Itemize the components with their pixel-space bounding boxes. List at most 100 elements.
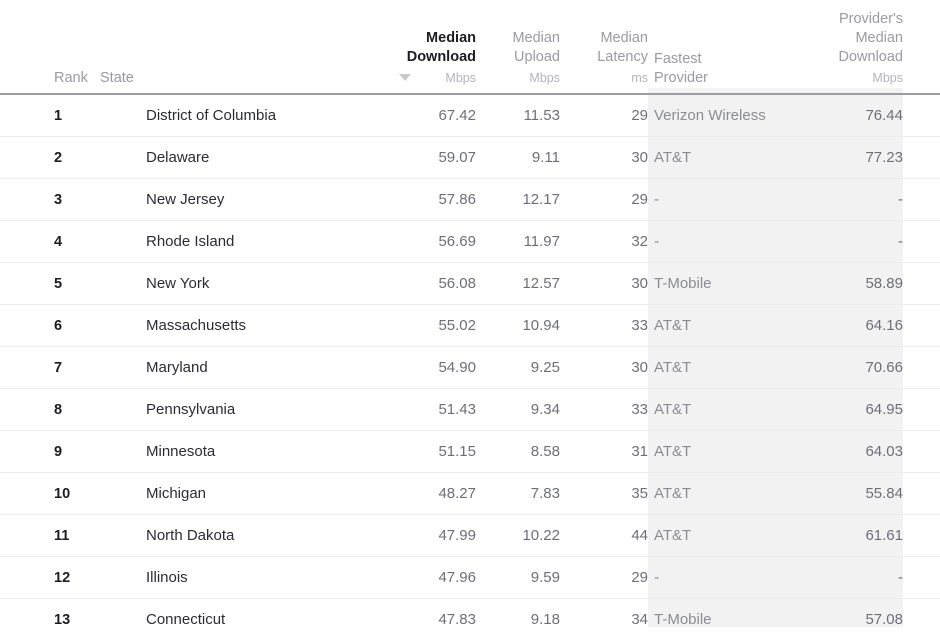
column-header-provider-median-download-unit: Mbps — [872, 69, 903, 88]
cell-median-latency: 30 — [560, 263, 648, 305]
cell-provider-download: 70.66 — [807, 347, 940, 389]
cell-rank: 4 — [0, 221, 100, 263]
cell-median-upload: 12.57 — [476, 263, 560, 305]
cell-rank: 6 — [0, 305, 100, 347]
cell-rank: 9 — [0, 431, 100, 473]
cell-median-latency: 30 — [560, 137, 648, 179]
cell-fastest-provider: T-Mobile — [648, 263, 807, 305]
cell-median-download: 51.43 — [390, 389, 476, 431]
cell-rank: 12 — [0, 557, 100, 599]
cell-fastest-provider: AT&T — [648, 389, 807, 431]
cell-median-latency: 35 — [560, 473, 648, 515]
cell-fastest-provider: - — [648, 179, 807, 221]
column-header-median-download-unit: Mbps — [445, 69, 476, 88]
cell-provider-download: - — [807, 221, 940, 263]
table-row[interactable]: 3New Jersey57.8612.1729-- — [0, 179, 940, 221]
cell-median-upload: 12.17 — [476, 179, 560, 221]
cell-median-download: 59.07 — [390, 137, 476, 179]
column-header-median-download-line1: Median — [426, 29, 476, 48]
cell-fastest-provider: AT&T — [648, 431, 807, 473]
table-row[interactable]: 10Michigan48.277.8335AT&T55.84 — [0, 473, 940, 515]
table-header: Rank State Median Download Mbps Median U… — [0, 0, 940, 94]
cell-rank: 7 — [0, 347, 100, 389]
column-header-median-latency-unit: ms — [631, 69, 648, 88]
cell-fastest-provider: Verizon Wireless — [648, 94, 807, 137]
table-row[interactable]: 13Connecticut47.839.1834T-Mobile57.08 — [0, 599, 940, 640]
column-header-rank-label: Rank — [54, 70, 88, 86]
table-row[interactable]: 5New York56.0812.5730T-Mobile58.89 — [0, 263, 940, 305]
cell-median-upload: 9.18 — [476, 599, 560, 640]
cell-median-download: 48.27 — [390, 473, 476, 515]
cell-fastest-provider: AT&T — [648, 515, 807, 557]
cell-rank: 3 — [0, 179, 100, 221]
rankings-table-container: Rank State Median Download Mbps Median U… — [0, 0, 940, 627]
cell-median-latency: 32 — [560, 221, 648, 263]
column-header-median-latency-line1: Median — [600, 29, 648, 48]
cell-fastest-provider: - — [648, 221, 807, 263]
cell-rank: 10 — [0, 473, 100, 515]
cell-provider-download: 61.61 — [807, 515, 940, 557]
cell-state: Pennsylvania — [100, 389, 390, 431]
cell-state: Massachusetts — [100, 305, 390, 347]
column-header-provider-median-download[interactable]: Provider's Median Download Mbps — [807, 0, 940, 94]
cell-median-download: 54.90 — [390, 347, 476, 389]
cell-median-latency: 33 — [560, 305, 648, 347]
column-header-median-upload[interactable]: Median Upload Mbps — [476, 0, 560, 94]
column-header-rank[interactable]: Rank — [0, 0, 100, 94]
cell-provider-download: - — [807, 179, 940, 221]
cell-median-latency: 30 — [560, 347, 648, 389]
table-row[interactable]: 8Pennsylvania51.439.3433AT&T64.95 — [0, 389, 940, 431]
cell-median-download: 51.15 — [390, 431, 476, 473]
table-row[interactable]: 4Rhode Island56.6911.9732-- — [0, 221, 940, 263]
cell-fastest-provider: AT&T — [648, 305, 807, 347]
cell-state: Connecticut — [100, 599, 390, 640]
cell-provider-download: - — [807, 557, 940, 599]
cell-rank: 8 — [0, 389, 100, 431]
cell-state: Michigan — [100, 473, 390, 515]
cell-median-upload: 8.58 — [476, 431, 560, 473]
cell-median-download: 67.42 — [390, 94, 476, 137]
column-header-state-label: State — [100, 70, 134, 86]
column-header-state[interactable]: State — [100, 0, 390, 94]
cell-fastest-provider: AT&T — [648, 137, 807, 179]
cell-fastest-provider: AT&T — [648, 473, 807, 515]
table-row[interactable]: 7Maryland54.909.2530AT&T70.66 — [0, 347, 940, 389]
column-header-provider-median-download-line3: Download — [839, 48, 904, 67]
cell-rank: 11 — [0, 515, 100, 557]
cell-median-upload: 11.53 — [476, 94, 560, 137]
table-row[interactable]: 11North Dakota47.9910.2244AT&T61.61 — [0, 515, 940, 557]
sort-descending-caret-icon[interactable] — [399, 74, 411, 81]
cell-provider-download: 77.23 — [807, 137, 940, 179]
cell-rank: 2 — [0, 137, 100, 179]
cell-median-latency: 34 — [560, 599, 648, 640]
cell-median-latency: 29 — [560, 557, 648, 599]
cell-state: Maryland — [100, 347, 390, 389]
column-header-median-latency[interactable]: Median Latency ms — [560, 0, 648, 94]
cell-median-upload: 9.34 — [476, 389, 560, 431]
cell-median-upload: 10.22 — [476, 515, 560, 557]
cell-provider-download: 64.95 — [807, 389, 940, 431]
cell-median-download: 55.02 — [390, 305, 476, 347]
cell-state: North Dakota — [100, 515, 390, 557]
cell-median-upload: 9.59 — [476, 557, 560, 599]
table-row[interactable]: 9Minnesota51.158.5831AT&T64.03 — [0, 431, 940, 473]
table-row[interactable]: 2Delaware59.079.1130AT&T77.23 — [0, 137, 940, 179]
column-header-fastest-provider-line1: Fastest — [654, 50, 702, 69]
cell-median-download: 56.69 — [390, 221, 476, 263]
cell-median-latency: 33 — [560, 389, 648, 431]
column-header-median-download-line2: Download — [407, 48, 476, 67]
cell-median-upload: 7.83 — [476, 473, 560, 515]
cell-provider-download: 76.44 — [807, 94, 940, 137]
table-row[interactable]: 12Illinois47.969.5929-- — [0, 557, 940, 599]
state-rankings-table: Rank State Median Download Mbps Median U… — [0, 0, 940, 640]
cell-state: Illinois — [100, 557, 390, 599]
table-row[interactable]: 1District of Columbia67.4211.5329Verizon… — [0, 94, 940, 137]
cell-median-download: 56.08 — [390, 263, 476, 305]
table-row[interactable]: 6Massachusetts55.0210.9433AT&T64.16 — [0, 305, 940, 347]
cell-fastest-provider: AT&T — [648, 347, 807, 389]
table-body: 1District of Columbia67.4211.5329Verizon… — [0, 94, 940, 640]
cell-median-upload: 9.11 — [476, 137, 560, 179]
column-header-fastest-provider[interactable]: Fastest Provider — [648, 0, 807, 94]
cell-median-download: 57.86 — [390, 179, 476, 221]
cell-state: New York — [100, 263, 390, 305]
